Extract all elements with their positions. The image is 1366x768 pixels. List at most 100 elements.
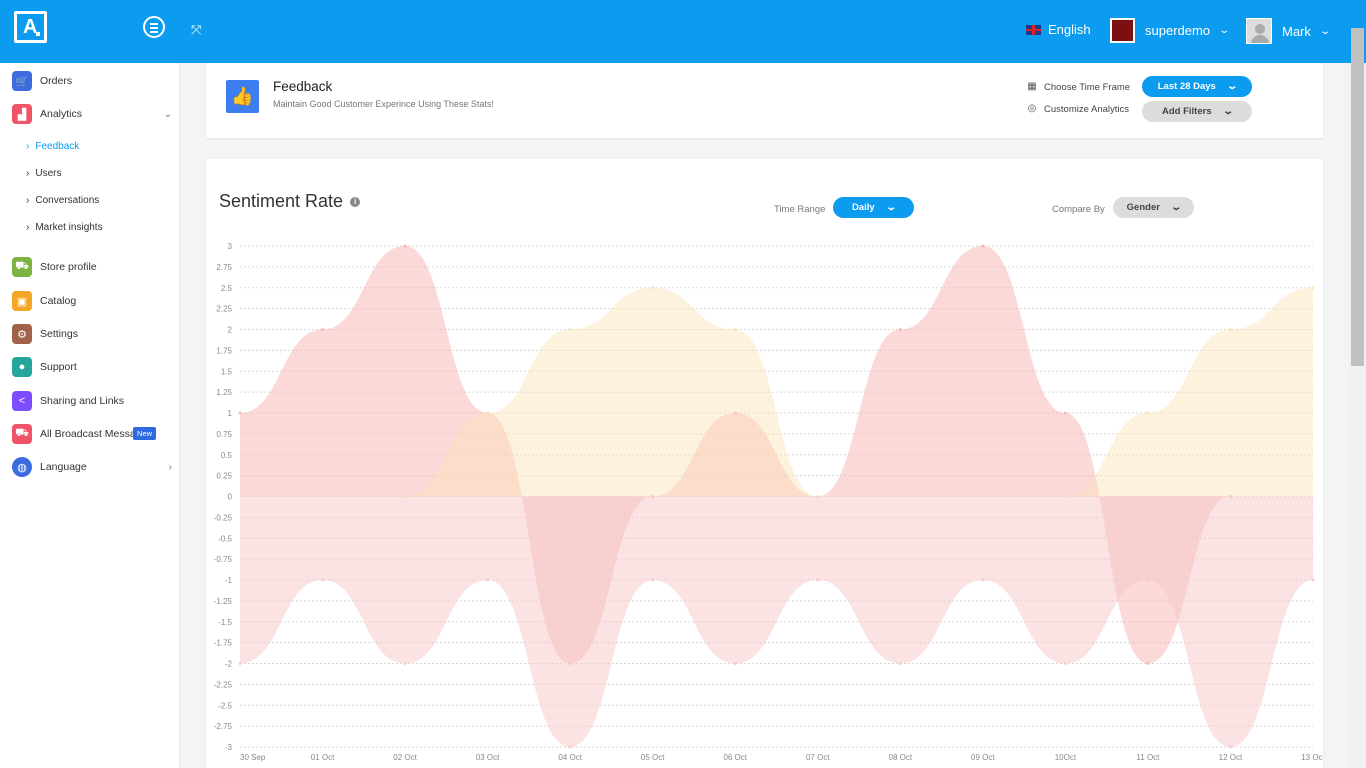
sidebar-item-broadcast[interactable]: ⛟ All Broadcast Message New [12, 424, 172, 444]
y-tick-label: -0.75 [214, 555, 233, 564]
sidebar-item-label: Language [40, 461, 87, 473]
broadcast-icon: ⛟ [12, 424, 32, 444]
fingerprint-icon: ◎ [1027, 103, 1037, 114]
sidebar-subitem-label: Conversations [35, 195, 100, 206]
x-tick-label: 13 Oct [1301, 753, 1323, 762]
chevron-down-icon: ⌄ [884, 202, 897, 213]
customize-label: Customize Analytics [1044, 103, 1130, 115]
chart-title-text: Sentiment Rate [219, 191, 344, 211]
x-tick-label: 05 Oct [641, 753, 665, 762]
sidebar-item-sharing[interactable]: < Sharing and Links [12, 391, 172, 411]
app-logo[interactable]: A [14, 11, 47, 43]
chevron-right-icon: › [26, 168, 30, 179]
fullscreen-icon[interactable]: ⤧ [191, 23, 205, 37]
x-tick-label: 03 Oct [476, 753, 500, 762]
data-point [981, 578, 985, 582]
globe-icon: ◍ [12, 457, 32, 477]
language-selector[interactable]: English [1026, 22, 1091, 37]
data-point [733, 662, 737, 665]
chevron-down-icon: ⌄ [1218, 25, 1231, 36]
sidebar-subitem-conversations[interactable]: › Conversations [26, 195, 99, 206]
data-point [816, 578, 820, 582]
time-frame-dropdown[interactable]: Last 28 Days ⌄ [1142, 76, 1252, 97]
user-menu[interactable]: Mark ⌄ [1246, 18, 1331, 44]
store-selector[interactable]: superdemo ⌄ [1110, 18, 1231, 43]
sidebar-subitem-label: Market insights [35, 222, 103, 233]
new-badge: New [133, 427, 157, 440]
y-tick-label: -1.5 [218, 618, 232, 627]
chat-icon: ● [12, 357, 32, 377]
x-tick-label: 10Oct [1055, 753, 1077, 762]
x-tick-label: 06 Oct [723, 753, 747, 762]
data-point [1063, 411, 1067, 415]
chevron-right-icon: › [168, 461, 172, 473]
data-point [403, 244, 407, 248]
sidebar-item-store-profile[interactable]: ⛟ Store profile [12, 257, 172, 277]
info-icon[interactable]: i [350, 196, 361, 207]
sidebar-item-label: Store profile [40, 261, 97, 273]
chevron-down-icon: ⌄ [163, 108, 172, 120]
y-tick-label: 0.25 [216, 472, 232, 481]
y-tick-label: -2.25 [214, 680, 233, 689]
data-point [568, 745, 572, 749]
menu-toggle-icon[interactable] [143, 16, 165, 38]
sidebar-item-orders[interactable]: 🛒 Orders [12, 71, 172, 91]
sidebar-item-label: Catalog [40, 295, 77, 307]
sidebar-item-analytics[interactable]: ▟ Analytics ⌄ [12, 104, 172, 124]
sidebar-subitem-users[interactable]: › Users [26, 168, 61, 179]
store-avatar [1110, 18, 1135, 43]
time-frame-label: Choose Time Frame [1044, 81, 1131, 93]
sidebar-subitem-label: Users [35, 168, 62, 179]
sidebar-item-label: Settings [40, 328, 78, 340]
time-frame-value: Last 28 Days [1157, 81, 1216, 92]
data-point [1228, 328, 1232, 331]
chevron-right-icon: › [26, 141, 30, 152]
compare-by-label: Compare By [1052, 204, 1105, 215]
x-tick-label: 12 Oct [1219, 753, 1243, 762]
data-point [981, 244, 985, 248]
sidebar-item-language[interactable]: ◍ Language › [12, 457, 172, 477]
sidebar-item-label: Sharing and Links [40, 395, 125, 407]
add-filters-dropdown[interactable]: Add Filters ⌄ [1142, 101, 1252, 122]
time-range-label: Time Range [774, 204, 826, 215]
add-filters-label: Add Filters [1161, 106, 1212, 117]
data-point [1311, 286, 1315, 290]
store-name: superdemo [1145, 23, 1211, 38]
sidebar-item-catalog[interactable]: ▣ Catalog [12, 291, 172, 311]
data-point [1146, 578, 1150, 582]
sentiment-chart-card: 3 2.75 2.5 2.25 2 1.75 1.5 1.25 1 0.75 0.5 0.25 0 -0.… [206, 159, 1323, 768]
chart-title: Sentiment Rate i [219, 191, 361, 212]
compare-by-dropdown[interactable]: Gender ⌄ [1113, 197, 1194, 218]
chevron-down-icon: ⌄ [1319, 25, 1331, 37]
scrollbar-thumb[interactable] [1351, 28, 1364, 366]
time-range-dropdown[interactable]: Daily ⌄ [833, 197, 914, 218]
page-subtitle: Maintain Good Customer Experince Using T… [273, 99, 494, 109]
y-tick-label: 0.75 [216, 430, 232, 439]
x-tick-label: 02 Oct [393, 753, 417, 762]
y-tick-label: 2.75 [216, 263, 232, 272]
sidebar-item-settings[interactable]: ⚙ Settings [12, 324, 172, 344]
sidebar-subitem-market-insights[interactable]: › Market insights [26, 222, 103, 233]
page-header-card: 👍 Feedback Maintain Good Customer Experi… [206, 63, 1323, 138]
sidebar-subitem-label: Feedback [35, 141, 80, 152]
y-tick-label: -1 [225, 576, 233, 585]
data-point [1146, 411, 1150, 415]
data-point [1146, 662, 1150, 665]
sidebar-item-support[interactable]: ● Support [12, 357, 172, 377]
x-tick-label: 07 Oct [806, 753, 830, 762]
top-bar: A ⤧ English superdemo ⌄ Mark ⌄ [0, 0, 1366, 63]
data-point [321, 578, 325, 582]
calendar-icon: ▦ [1027, 81, 1037, 92]
y-tick-label: -2.75 [214, 722, 233, 731]
sidebar-subitem-feedback[interactable]: › Feedback [26, 141, 79, 152]
y-tick-label: 2.5 [221, 284, 233, 293]
y-tick-label: -2.5 [218, 701, 232, 710]
data-point [486, 578, 490, 582]
data-point [651, 578, 655, 582]
page-title: Feedback [273, 79, 333, 94]
thumbs-up-icon: 👍 [226, 80, 259, 113]
data-point [403, 662, 407, 665]
avatar [1246, 18, 1272, 44]
customize-row: ◎ Customize Analytics [1026, 103, 1129, 115]
y-tick-label: 1.75 [216, 346, 232, 355]
